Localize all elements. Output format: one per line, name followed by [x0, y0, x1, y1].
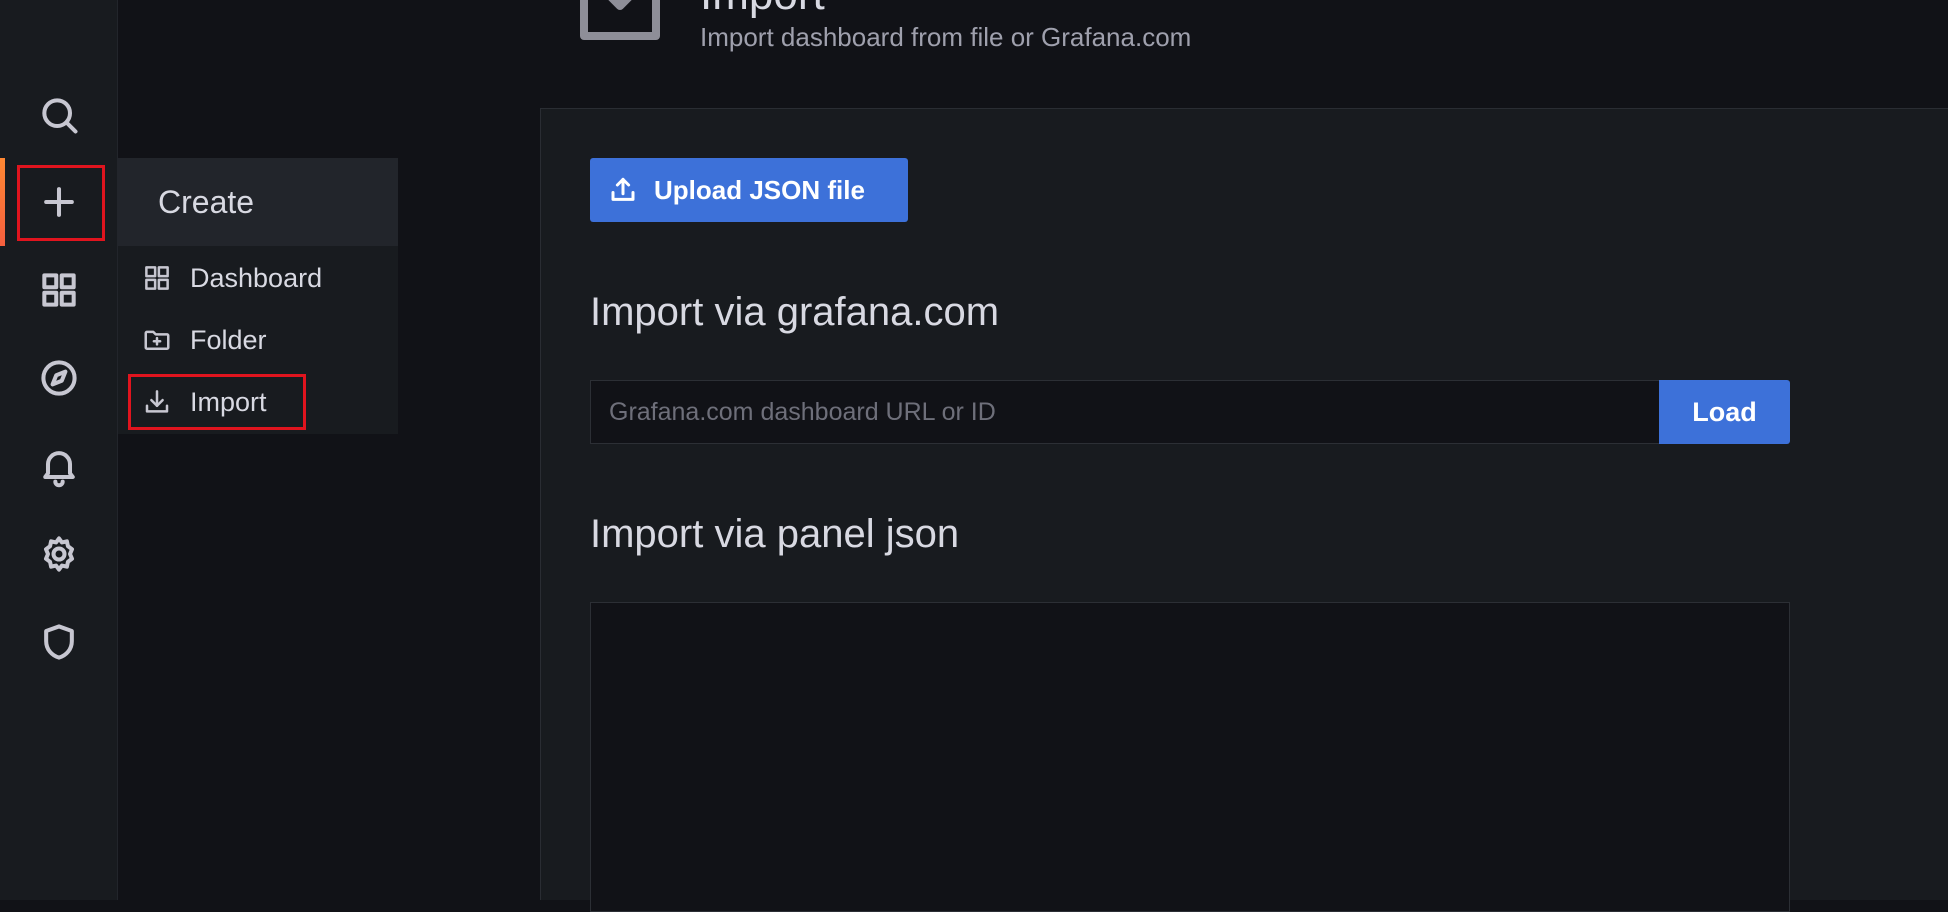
- dashboards-icon[interactable]: [0, 250, 118, 330]
- folder-plus-icon: [144, 330, 170, 350]
- menu-item-dashboard[interactable]: Dashboard: [142, 253, 322, 303]
- menu-item-folder[interactable]: Folder: [142, 315, 267, 365]
- import-header-icon: [578, 0, 662, 44]
- panel-json-section-title: Import via panel json: [590, 512, 960, 556]
- upload-json-label: Upload JSON file: [654, 174, 865, 205]
- page-title: Import: [700, 0, 825, 20]
- search-icon[interactable]: [0, 75, 118, 155]
- shield-icon[interactable]: [0, 602, 118, 682]
- menu-item-label: Dashboard: [190, 262, 323, 293]
- dashboard-icon: [145, 266, 169, 290]
- bell-icon[interactable]: [0, 426, 118, 506]
- compass-icon[interactable]: [0, 338, 118, 418]
- create-highlight-box: [17, 165, 105, 241]
- sidebar: [0, 0, 118, 900]
- grafana-url-placeholder: Grafana.com dashboard URL or ID: [609, 397, 996, 426]
- create-menu-title[interactable]: Create: [118, 158, 398, 246]
- panel-json-textarea[interactable]: [590, 602, 1790, 912]
- page-subtitle: Import dashboard from file or Grafana.co…: [700, 22, 1192, 52]
- upload-json-button[interactable]: Upload JSON file: [590, 158, 908, 222]
- gear-icon[interactable]: [0, 514, 118, 594]
- import-highlight-box: [128, 374, 306, 430]
- load-button[interactable]: Load: [1659, 380, 1790, 444]
- menu-item-label: Folder: [190, 324, 267, 355]
- grafana-section-title: Import via grafana.com: [590, 290, 1000, 334]
- upload-icon: [611, 177, 635, 201]
- grafana-url-input[interactable]: Grafana.com dashboard URL or ID: [590, 380, 1660, 444]
